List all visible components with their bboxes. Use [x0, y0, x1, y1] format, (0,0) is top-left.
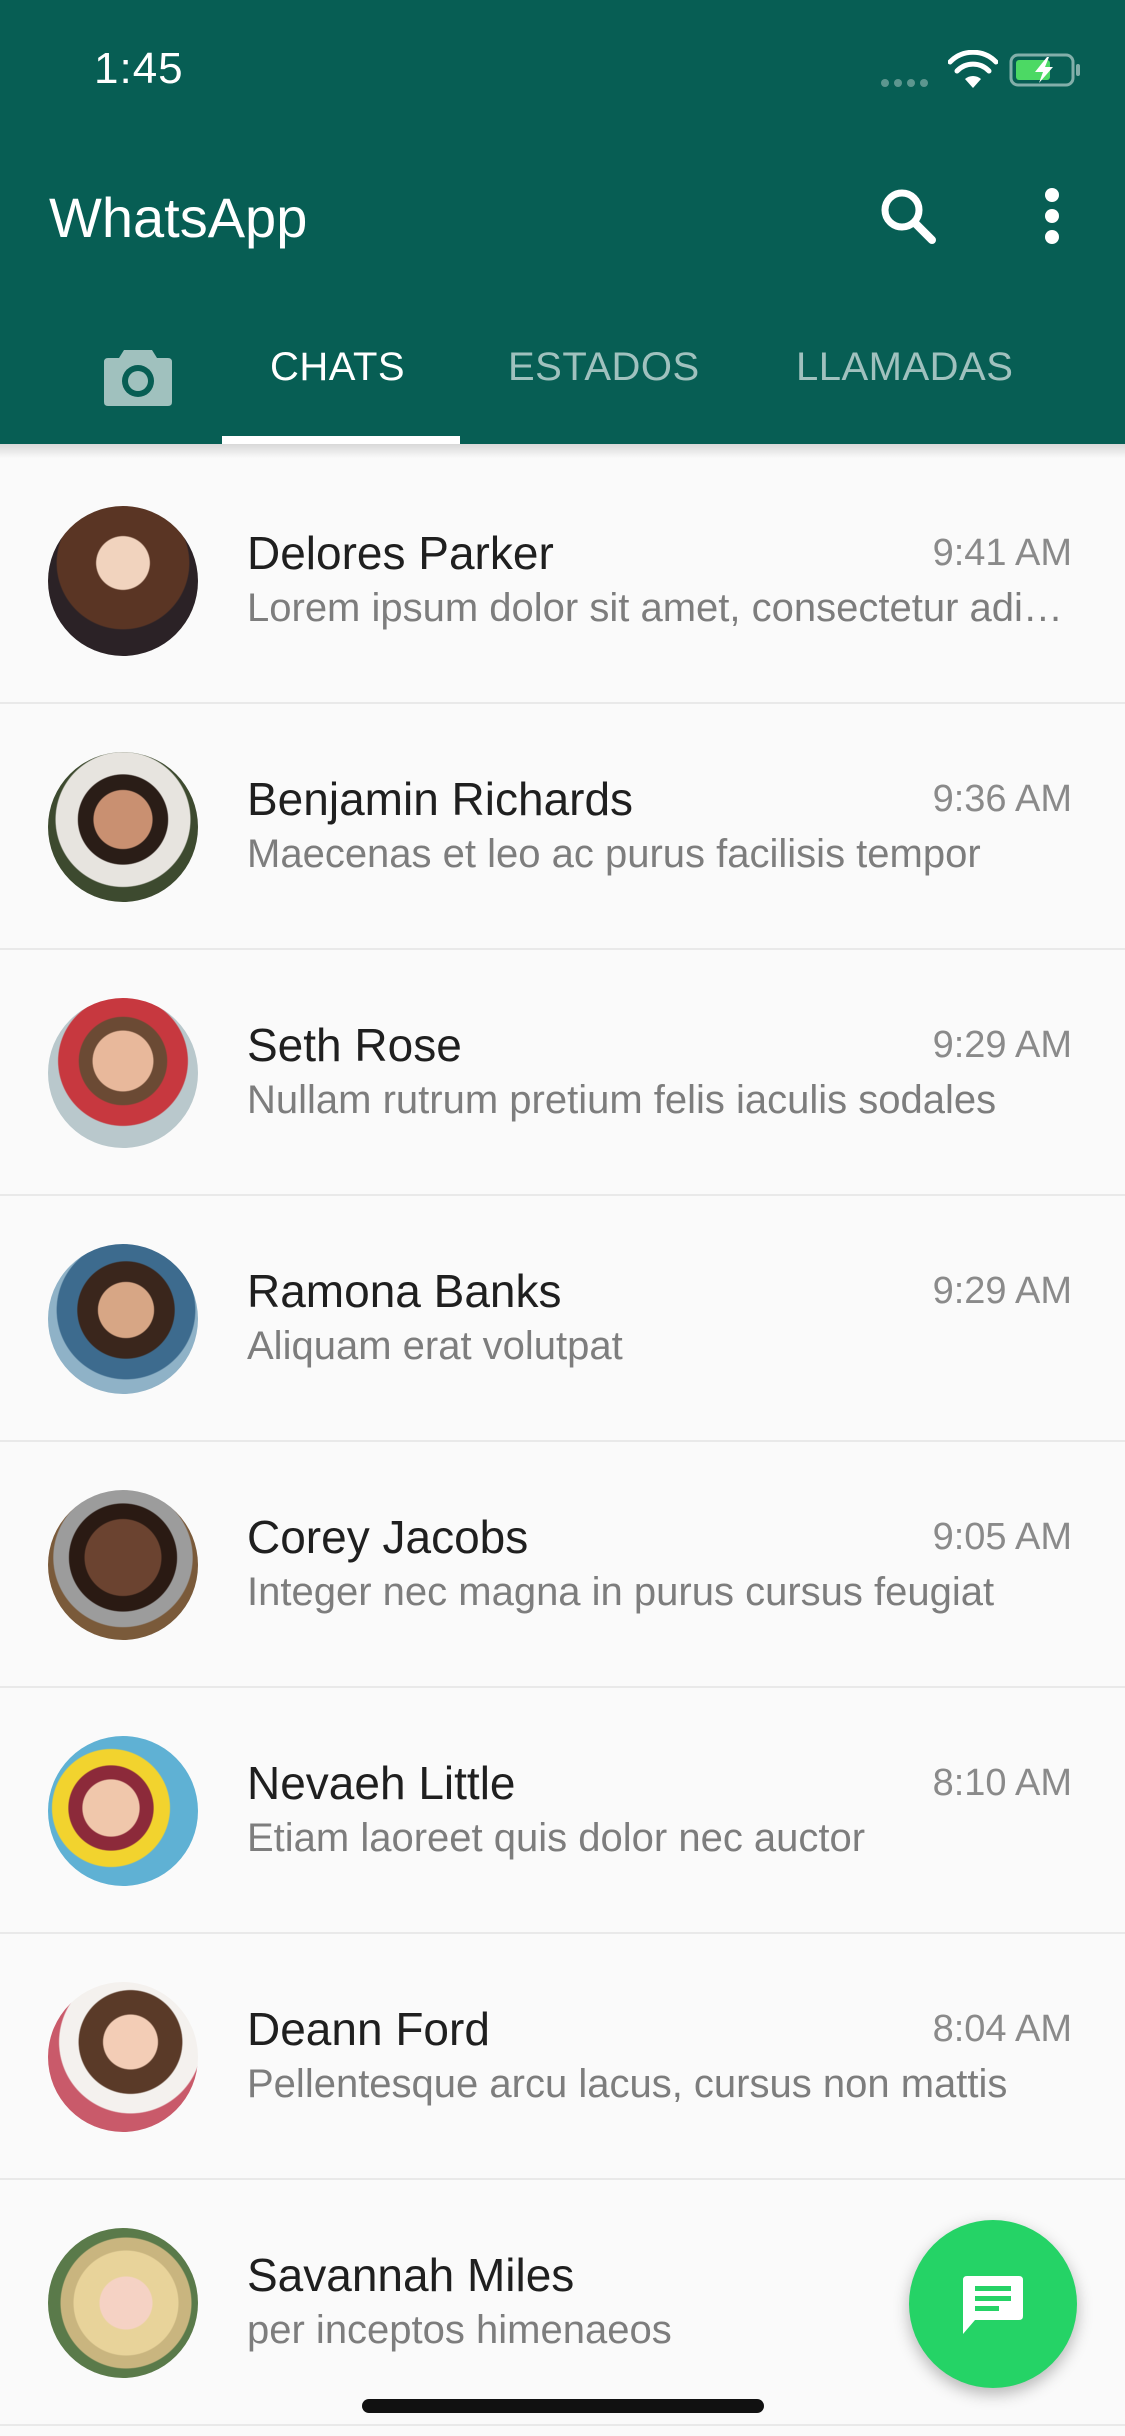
- chat-row[interactable]: Nevaeh Little 8:10 AM Etiam laoreet quis…: [0, 1688, 1125, 1934]
- chat-row[interactable]: Corey Jacobs 9:05 AM Integer nec magna i…: [0, 1442, 1125, 1688]
- chat-message-preview: Nullam rutrum pretium felis iaculis soda…: [247, 1078, 997, 1122]
- chat-row[interactable]: Seth Rose 9:29 AM Nullam rutrum pretium …: [0, 950, 1125, 1196]
- avatar: [48, 1736, 198, 1886]
- tab-indicator: [222, 436, 460, 444]
- new-chat-icon: [963, 2276, 1023, 2334]
- chat-message-preview: Aliquam erat volutpat: [247, 1324, 623, 1368]
- chat-message-preview: Integer nec magna in purus cursus feugia…: [247, 1570, 995, 1614]
- chat-message-preview: Lorem ipsum dolor sit amet, consectetur …: [247, 586, 1067, 630]
- avatar: [48, 1490, 198, 1640]
- app-bar: 1:45 WhatsApp CHATS ESTADOS LLAMADAS: [0, 0, 1125, 444]
- chat-name: Savannah Miles: [247, 2249, 575, 2301]
- status-bar: 1:45: [0, 0, 1125, 140]
- chat-time: 8:04 AM: [932, 2008, 1072, 2050]
- avatar: [48, 506, 198, 656]
- chat-time: 9:36 AM: [932, 778, 1072, 820]
- chat-name: Deann Ford: [247, 2003, 490, 2055]
- chat-row[interactable]: Delores Parker 9:41 AM Lorem ipsum dolor…: [0, 458, 1125, 704]
- avatar: [48, 2228, 198, 2378]
- tab-bar: CHATS ESTADOS LLAMADAS: [0, 320, 1125, 444]
- cellular-signal-icon: [881, 74, 933, 87]
- chat-row[interactable]: Ramona Banks 9:29 AM Aliquam erat volutp…: [0, 1196, 1125, 1442]
- avatar: [48, 1982, 198, 2132]
- avatar: [48, 1244, 198, 1394]
- chat-name: Delores Parker: [247, 527, 554, 579]
- wifi-icon: [948, 50, 998, 88]
- chat-time: 9:41 AM: [932, 532, 1072, 574]
- chat-time: 9:29 AM: [932, 1024, 1072, 1066]
- status-time: 1:45: [94, 44, 184, 93]
- avatar: [48, 752, 198, 902]
- more-vert-icon[interactable]: [1020, 180, 1084, 252]
- avatar: [48, 998, 198, 1148]
- chat-message-preview: Pellentesque arcu lacus, cursus non matt…: [247, 2062, 1008, 2106]
- tab-chats[interactable]: CHATS: [270, 345, 405, 390]
- home-indicator[interactable]: [362, 2399, 764, 2413]
- chat-message-preview: Etiam laoreet quis dolor nec auctor: [247, 1816, 866, 1860]
- chat-name: Ramona Banks: [247, 1265, 562, 1317]
- chat-name: Corey Jacobs: [247, 1511, 529, 1563]
- chat-name: Seth Rose: [247, 1019, 462, 1071]
- chat-row[interactable]: Deann Ford 8:04 AM Pellentesque arcu lac…: [0, 1934, 1125, 2180]
- search-icon[interactable]: [872, 180, 944, 252]
- new-chat-button[interactable]: [909, 2220, 1077, 2388]
- chat-name: Benjamin Richards: [247, 773, 634, 825]
- app-bar-shadow: [0, 444, 1125, 458]
- tab-estados[interactable]: ESTADOS: [508, 345, 700, 390]
- chat-row[interactable]: Benjamin Richards 9:36 AM Maecenas et le…: [0, 704, 1125, 950]
- battery-charging-icon: [1009, 53, 1080, 87]
- camera-icon[interactable]: [100, 340, 176, 412]
- app-title: WhatsApp: [49, 186, 308, 249]
- chat-time: 9:05 AM: [932, 1516, 1072, 1558]
- chat-time: 9:29 AM: [932, 1270, 1072, 1312]
- tab-llamadas[interactable]: LLAMADAS: [796, 345, 1013, 390]
- chat-name: Nevaeh Little: [247, 1757, 516, 1809]
- chat-time: 8:10 AM: [932, 1762, 1072, 1804]
- chat-message-preview: Maecenas et leo ac purus facilisis tempo…: [247, 832, 981, 876]
